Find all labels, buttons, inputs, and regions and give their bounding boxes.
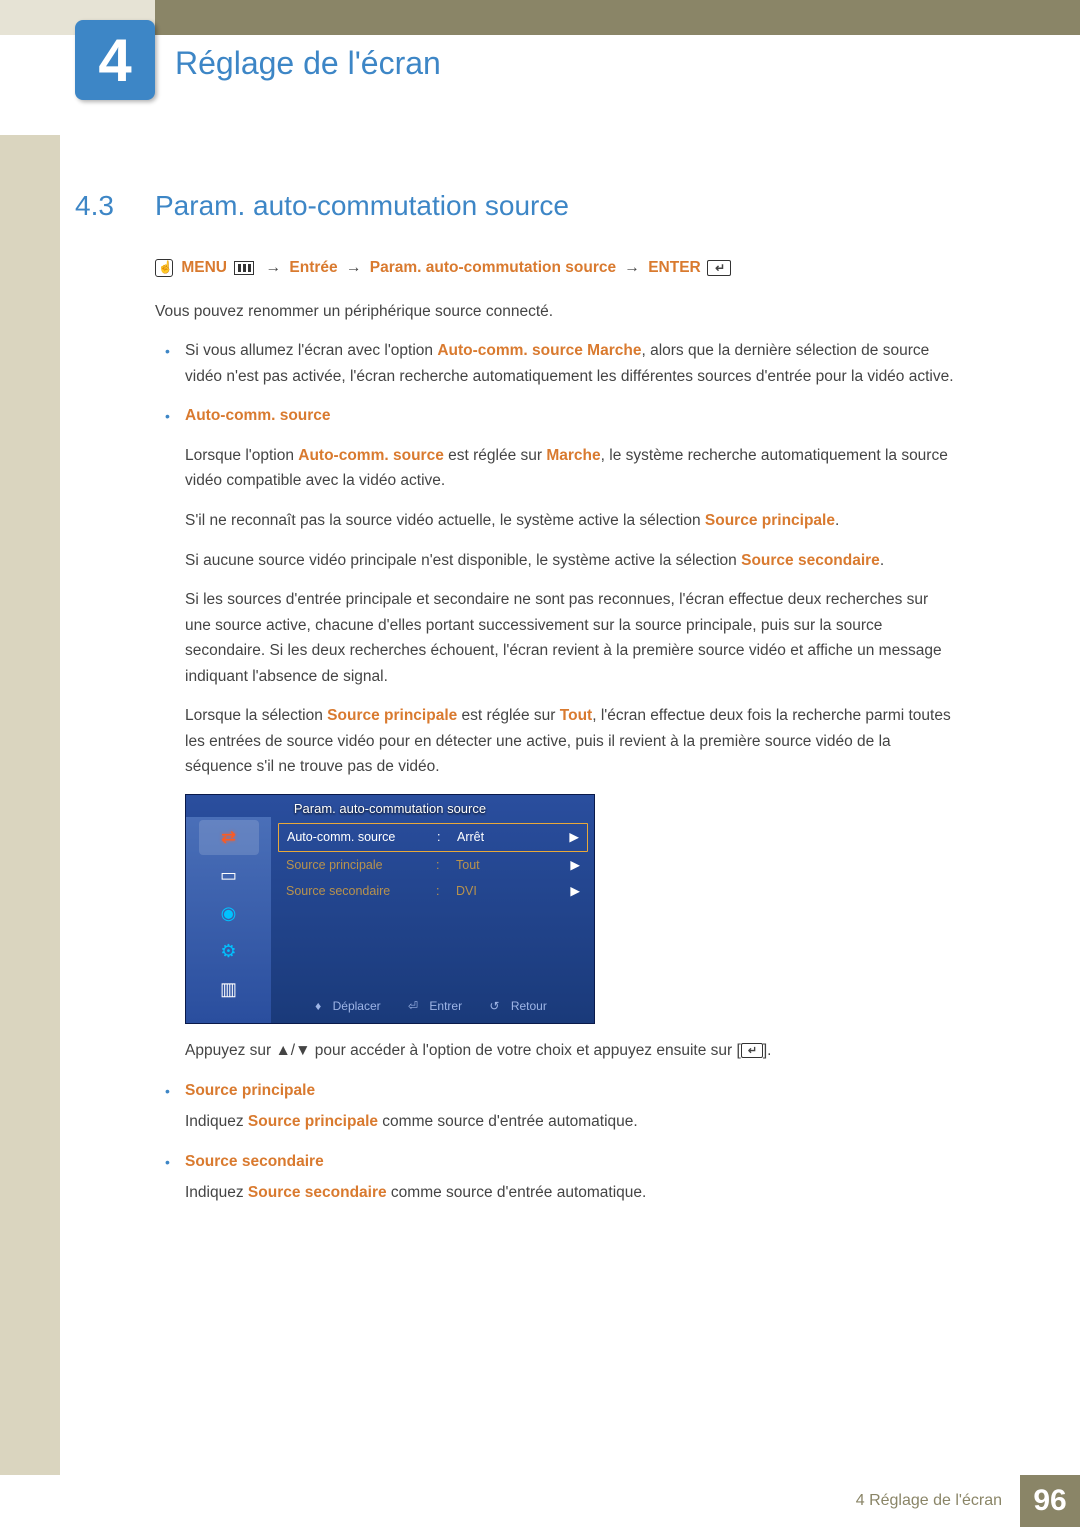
up-down-keys: ▲/▼ xyxy=(275,1042,310,1059)
osd-colon: : xyxy=(437,827,457,848)
menu-icon xyxy=(234,261,254,275)
header-bar xyxy=(0,0,1080,35)
section-title: Param. auto-commutation source xyxy=(155,190,569,222)
text: . xyxy=(835,512,839,529)
bullet-auto-comm-marche: Si vous allumez l'écran avec l'option Au… xyxy=(155,338,955,389)
osd-hint-move: ♦ Déplacer xyxy=(315,999,389,1013)
emphasis: Source principale xyxy=(705,512,835,529)
chapter-badge: 4 xyxy=(75,20,155,100)
emphasis: Source secondaire xyxy=(741,552,880,569)
text: comme source d'entrée automatique. xyxy=(378,1113,638,1130)
text: Lorsque la sélection xyxy=(185,707,327,724)
bullet-title: Auto-comm. source xyxy=(185,403,955,429)
nav-step-1: Entrée xyxy=(289,259,337,276)
osd-row-value: DVI xyxy=(456,881,536,902)
osd-screenshot: Param. auto-commutation source ⇄ ▭ ◉ ⚙ ▥… xyxy=(185,794,595,1024)
text: est réglée sur xyxy=(444,447,547,464)
enter-icon xyxy=(741,1043,763,1058)
text: est réglée sur xyxy=(457,707,560,724)
osd-row-label: Source secondaire xyxy=(286,881,436,902)
chevron-right-icon: ▶ xyxy=(536,881,580,902)
osd-row-value: Arrêt xyxy=(457,827,537,848)
bullet-auto-comm-source: Auto-comm. source xyxy=(155,403,955,429)
post-osd-instruction: Appuyez sur ▲/▼ pour accéder à l'option … xyxy=(155,1038,955,1064)
left-margin-bar xyxy=(0,135,60,1475)
text: Indiquez xyxy=(185,1113,248,1130)
text: Indiquez xyxy=(185,1184,248,1201)
text: S'il ne reconnaît pas la source vidéo ac… xyxy=(185,512,705,529)
paragraph: Si aucune source vidéo principale n'est … xyxy=(155,548,955,574)
nav-step-2: Param. auto-commutation source xyxy=(370,259,616,276)
arrow-icon: → xyxy=(346,259,362,276)
osd-row-value: Tout xyxy=(456,855,536,876)
section-number: 4.3 xyxy=(75,190,114,222)
arrow-icon: → xyxy=(624,259,640,276)
arrow-icon: → xyxy=(266,259,282,276)
osd-row-label: Auto-comm. source xyxy=(287,827,437,848)
hand-icon xyxy=(155,259,173,277)
emphasis: Source principale xyxy=(327,707,457,724)
paragraph: S'il ne reconnaît pas la source vidéo ac… xyxy=(155,508,955,534)
nav-menu-label: MENU xyxy=(181,259,227,276)
bullet-title: Source secondaire xyxy=(185,1149,955,1175)
emphasis: Auto-comm. source xyxy=(298,447,444,464)
intro-paragraph: Vous pouvez renommer un périphérique sou… xyxy=(155,299,955,325)
osd-tab-picture-icon: ▭ xyxy=(199,858,259,893)
osd-hint-enter: ⏎ Entrer xyxy=(408,999,470,1013)
enter-icon xyxy=(707,260,731,276)
osd-tab-sound-icon: ◉ xyxy=(199,896,259,931)
emphasis: Source principale xyxy=(248,1113,378,1130)
menu-navigation-path: MENU → Entrée → Param. auto-commutation … xyxy=(155,255,955,281)
paragraph: Si les sources d'entrée principale et se… xyxy=(155,587,955,689)
text: ]. xyxy=(763,1042,772,1059)
text: Si aucune source vidéo principale n'est … xyxy=(185,552,741,569)
osd-colon: : xyxy=(436,855,456,876)
osd-row-selected: Auto-comm. source : Arrêt ▶ xyxy=(278,823,588,852)
osd-sidebar: ⇄ ▭ ◉ ⚙ ▥ xyxy=(186,817,271,1023)
text: Appuyez sur xyxy=(185,1042,275,1059)
bullet-source-secondaire: Source secondaire Indiquez Source second… xyxy=(155,1149,955,1206)
bullet-source-principale: Source principale Indiquez Source princi… xyxy=(155,1078,955,1135)
osd-row: Source principale : Tout ▶ xyxy=(278,852,588,879)
text: pour accéder à l'option de votre choix e… xyxy=(310,1042,740,1059)
osd-row-label: Source principale xyxy=(286,855,436,876)
osd-tab-input-icon: ⇄ xyxy=(199,820,259,855)
osd-footer-hints: ♦ Déplacer ⏎ Entrer ↺ Retour xyxy=(276,997,594,1017)
osd-tab-multi-icon: ▥ xyxy=(199,972,259,1007)
page-footer: 4 Réglage de l'écran 96 xyxy=(0,1475,1080,1527)
osd-menu-list: Auto-comm. source : Arrêt ▶ Source princ… xyxy=(278,823,588,905)
footer-chapter-label: 4 Réglage de l'écran xyxy=(838,1475,1020,1527)
emphasis: Marche xyxy=(546,447,600,464)
osd-colon: : xyxy=(436,881,456,902)
emphasis: Source secondaire xyxy=(248,1184,387,1201)
bullet-title: Source principale xyxy=(185,1078,955,1104)
text: Si vous allumez l'écran avec l'option xyxy=(185,342,437,359)
nav-enter-label: ENTER xyxy=(648,259,701,276)
text: Lorsque l'option xyxy=(185,447,298,464)
chevron-right-icon: ▶ xyxy=(536,855,580,876)
osd-tab-setup-icon: ⚙ xyxy=(199,934,259,969)
content-column: MENU → Entrée → Param. auto-commutation … xyxy=(155,255,955,1220)
chevron-right-icon: ▶ xyxy=(537,827,579,848)
osd-hint-return: ↺ Retour xyxy=(489,999,554,1013)
osd-row: Source secondaire : DVI ▶ xyxy=(278,878,588,905)
text: comme source d'entrée automatique. xyxy=(387,1184,647,1201)
chapter-title: Réglage de l'écran xyxy=(175,45,441,82)
emphasis: Auto-comm. source Marche xyxy=(437,342,641,359)
paragraph: Lorsque la sélection Source principale e… xyxy=(155,703,955,780)
emphasis: Tout xyxy=(560,707,592,724)
paragraph: Lorsque l'option Auto-comm. source est r… xyxy=(155,443,955,494)
text: . xyxy=(880,552,884,569)
footer-page-number: 96 xyxy=(1020,1475,1080,1527)
